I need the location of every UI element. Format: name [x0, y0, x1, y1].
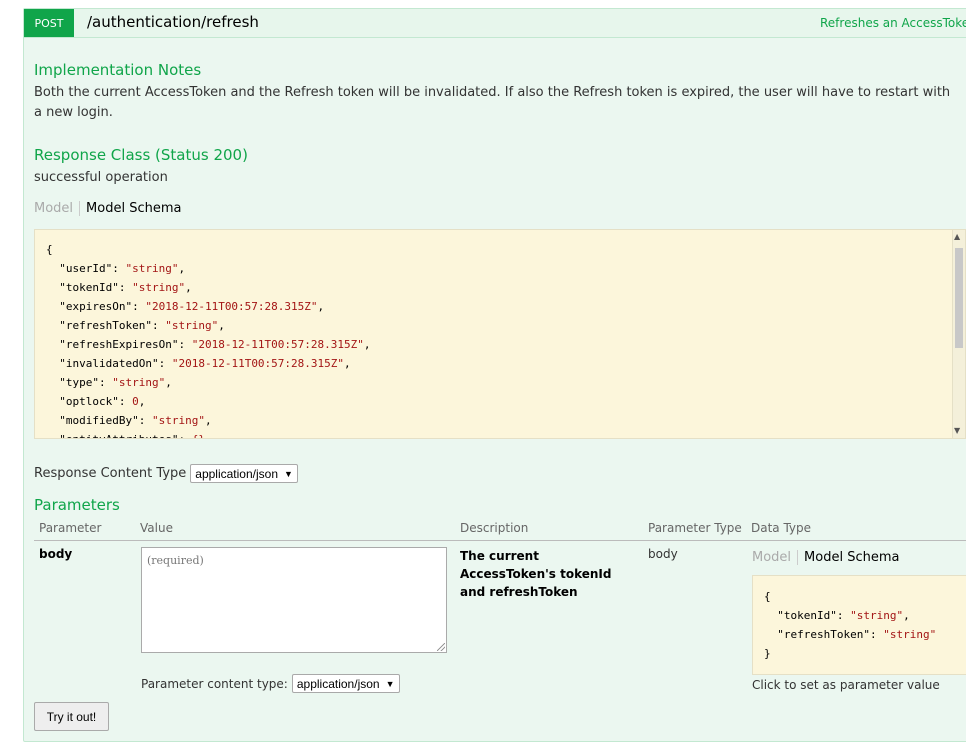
column-header-value: Value	[140, 521, 173, 535]
response-class-heading: Response Class (Status 200)	[34, 146, 248, 164]
schema-line: "modifiedBy": "string",	[46, 414, 212, 427]
schema-line: "refreshToken": "string"	[764, 628, 937, 641]
param-content-type-label: Parameter content type:	[141, 676, 288, 691]
http-method-badge[interactable]: POST	[24, 9, 74, 37]
column-header-parameter: Parameter	[39, 521, 102, 535]
textarea-placeholder: (required)	[147, 554, 204, 567]
schema-line: "refreshExpiresOn": "2018-12-11T00:57:28…	[46, 338, 371, 351]
param-tab-model[interactable]: Model	[752, 550, 799, 565]
table-header-divider	[34, 540, 966, 541]
response-content-type-select[interactable]: application/json ▼	[190, 464, 298, 483]
param-content-type: Parameter content type: application/json…	[141, 674, 400, 693]
param-schema-code: { "tokenId": "string", "refreshToken": "…	[764, 590, 937, 660]
tab-model-schema[interactable]: Model Schema	[80, 201, 181, 216]
column-header-parameter-type: Parameter Type	[648, 521, 742, 535]
tab-model[interactable]: Model	[34, 201, 81, 216]
schema-line: "refreshToken": "string",	[46, 319, 225, 332]
param-name: body	[39, 547, 73, 561]
param-model-tabs: Model Model Schema	[752, 550, 899, 565]
endpoint-path[interactable]: /authentication/refresh	[87, 13, 259, 31]
schema-line: "entityAttributes": {},	[46, 433, 211, 438]
scrollbar-thumb[interactable]	[955, 248, 963, 348]
schema-line: "optlock": 0,	[46, 395, 146, 408]
schema-scrollbar[interactable]: ▲ ▼	[952, 230, 965, 438]
operation-panel: POST /authentication/refresh Refreshes a…	[23, 8, 966, 742]
response-model-tabs: Model Model Schema	[34, 201, 181, 216]
scroll-down-arrow-icon[interactable]: ▼	[954, 426, 960, 436]
param-schema-box[interactable]: { "tokenId": "string", "refreshToken": "…	[752, 575, 966, 675]
param-description: The current AccessToken's tokenId and re…	[460, 549, 612, 599]
column-header-data-type: Data Type	[751, 521, 812, 535]
param-tab-model-schema[interactable]: Model Schema	[798, 550, 899, 565]
try-it-out-button[interactable]: Try it out!	[34, 702, 109, 731]
response-class-description: successful operation	[34, 170, 168, 185]
scroll-up-arrow-icon[interactable]: ▲	[954, 232, 960, 242]
resize-handle-icon[interactable]	[437, 643, 445, 651]
set-param-hint: Click to set as parameter value	[752, 678, 940, 692]
param-content-type-select[interactable]: application/json ▼	[291, 674, 400, 693]
operation-header[interactable]: POST /authentication/refresh Refreshes a…	[24, 9, 966, 38]
body-param-textarea[interactable]: (required)	[141, 547, 447, 653]
response-content-type: Response Content Type application/json ▼	[34, 464, 298, 483]
schema-line: "userId": "string",	[46, 262, 186, 275]
parameters-heading: Parameters	[34, 496, 120, 514]
response-schema-code: { "userId": "string", "tokenId": "string…	[46, 240, 371, 438]
param-type: body	[648, 547, 678, 561]
implementation-notes-heading: Implementation Notes	[34, 61, 202, 79]
endpoint-summary[interactable]: Refreshes an AccessToken	[820, 16, 966, 30]
schema-line: "invalidatedOn": "2018-12-11T00:57:28.31…	[46, 357, 351, 370]
schema-line: "tokenId": "string",	[46, 281, 192, 294]
dropdown-caret-icon: ▼	[284, 468, 293, 479]
implementation-notes-text: Both the current AccessToken and the Ref…	[34, 85, 951, 120]
schema-line: "type": "string",	[46, 376, 172, 389]
column-header-description: Description	[460, 521, 529, 535]
response-content-type-label: Response Content Type	[34, 466, 187, 481]
response-schema-box[interactable]: { "userId": "string", "tokenId": "string…	[34, 229, 966, 439]
schema-line: "tokenId": "string",	[764, 609, 910, 622]
dropdown-caret-icon: ▼	[385, 678, 395, 689]
schema-line: "expiresOn": "2018-12-11T00:57:28.315Z",	[46, 300, 325, 313]
